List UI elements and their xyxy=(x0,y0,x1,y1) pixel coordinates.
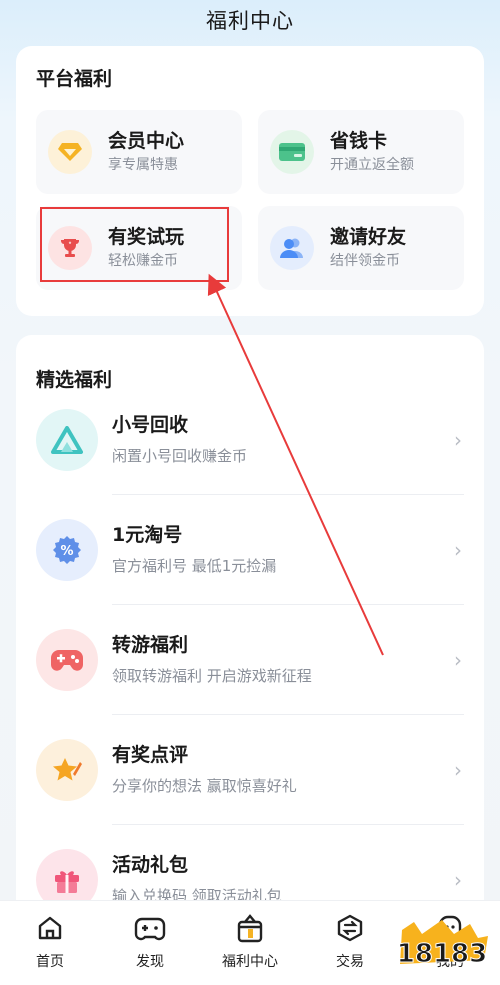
chevron-right-icon: › xyxy=(454,868,462,892)
top-bar: 福利中心 xyxy=(0,0,500,40)
friends-icon xyxy=(270,226,314,270)
diamond-icon xyxy=(48,130,92,174)
chevron-right-icon: › xyxy=(454,758,462,782)
star-pen-icon xyxy=(36,739,98,801)
nav-welfare-center[interactable]: 福利中心 xyxy=(200,911,300,971)
discover-icon xyxy=(100,911,200,945)
tile-saving-card[interactable]: 省钱卡 开通立返全额 xyxy=(258,110,464,194)
list-item-subtitle: 分享你的想法 赢取惊喜好礼 xyxy=(112,777,297,795)
tile-title: 会员中心 xyxy=(108,130,185,152)
list-item-review-reward[interactable]: 有奖点评 分享你的想法 赢取惊喜好礼 › xyxy=(16,715,484,825)
nav-trade[interactable]: 交易 xyxy=(300,911,400,971)
tile-title: 省钱卡 xyxy=(330,130,388,152)
discount-icon: % xyxy=(36,519,98,581)
card-icon xyxy=(270,130,314,174)
tile-subtitle: 结伴领金币 xyxy=(330,253,400,269)
tile-subtitle: 享专属特惠 xyxy=(108,157,178,173)
list-item-title: 转游福利 xyxy=(112,634,189,656)
nav-label: 首页 xyxy=(36,954,64,970)
welfare-icon xyxy=(200,911,300,945)
list-item-subtitle: 领取转游福利 开启游戏新征程 xyxy=(112,667,312,685)
platform-section-title: 平台福利 FULI xyxy=(36,68,140,90)
list-item-account-recycle[interactable]: 小号回收 闲置小号回收赚金币 › xyxy=(16,385,484,495)
nav-label: 交易 xyxy=(336,954,364,970)
page-title: 福利中心 xyxy=(206,9,294,33)
watermark-logo: 18183 xyxy=(396,920,488,970)
list-item-title: 活动礼包 xyxy=(112,854,189,876)
tile-title: 邀请好友 xyxy=(330,226,407,248)
list-item-one-yuan-account[interactable]: % 1元淘号 官方福利号 最低1元捡漏 › xyxy=(16,495,484,605)
svg-text:%: % xyxy=(60,544,73,559)
list-item-title: 小号回收 xyxy=(112,414,189,436)
list-item-game-transfer[interactable]: 转游福利 领取转游福利 开启游戏新征程 › xyxy=(16,605,484,715)
list-item-subtitle: 闲置小号回收赚金币 xyxy=(112,447,248,465)
recycle-icon xyxy=(36,409,98,471)
list-item-title: 有奖点评 xyxy=(112,744,189,766)
chevron-right-icon: › xyxy=(454,428,462,452)
highlight-box xyxy=(40,207,229,282)
nav-label: 发现 xyxy=(136,954,164,970)
list-item-title: 1元淘号 xyxy=(112,524,183,546)
chevron-right-icon: › xyxy=(454,538,462,562)
tile-subtitle: 开通立返全额 xyxy=(330,157,414,173)
gamepad-icon xyxy=(36,629,98,691)
trade-icon xyxy=(300,911,400,945)
tile-vip-center[interactable]: 会员中心 享专属特惠 xyxy=(36,110,242,194)
home-icon xyxy=(0,911,100,945)
nav-discover[interactable]: 发现 xyxy=(100,911,200,971)
nav-home[interactable]: 首页 xyxy=(0,911,100,971)
tile-invite-friends[interactable]: 邀请好友 结伴领金币 xyxy=(258,206,464,290)
watermark-text: 18183 xyxy=(397,939,487,969)
selected-welfare-card: 精选福利 FULI 小号回收 闲置小号回收赚金币 › % 1元淘号 官方福利号 … xyxy=(16,335,484,915)
nav-label: 福利中心 xyxy=(222,954,278,970)
list-item-subtitle: 官方福利号 最低1元捡漏 xyxy=(112,557,277,575)
chevron-right-icon: › xyxy=(454,648,462,672)
